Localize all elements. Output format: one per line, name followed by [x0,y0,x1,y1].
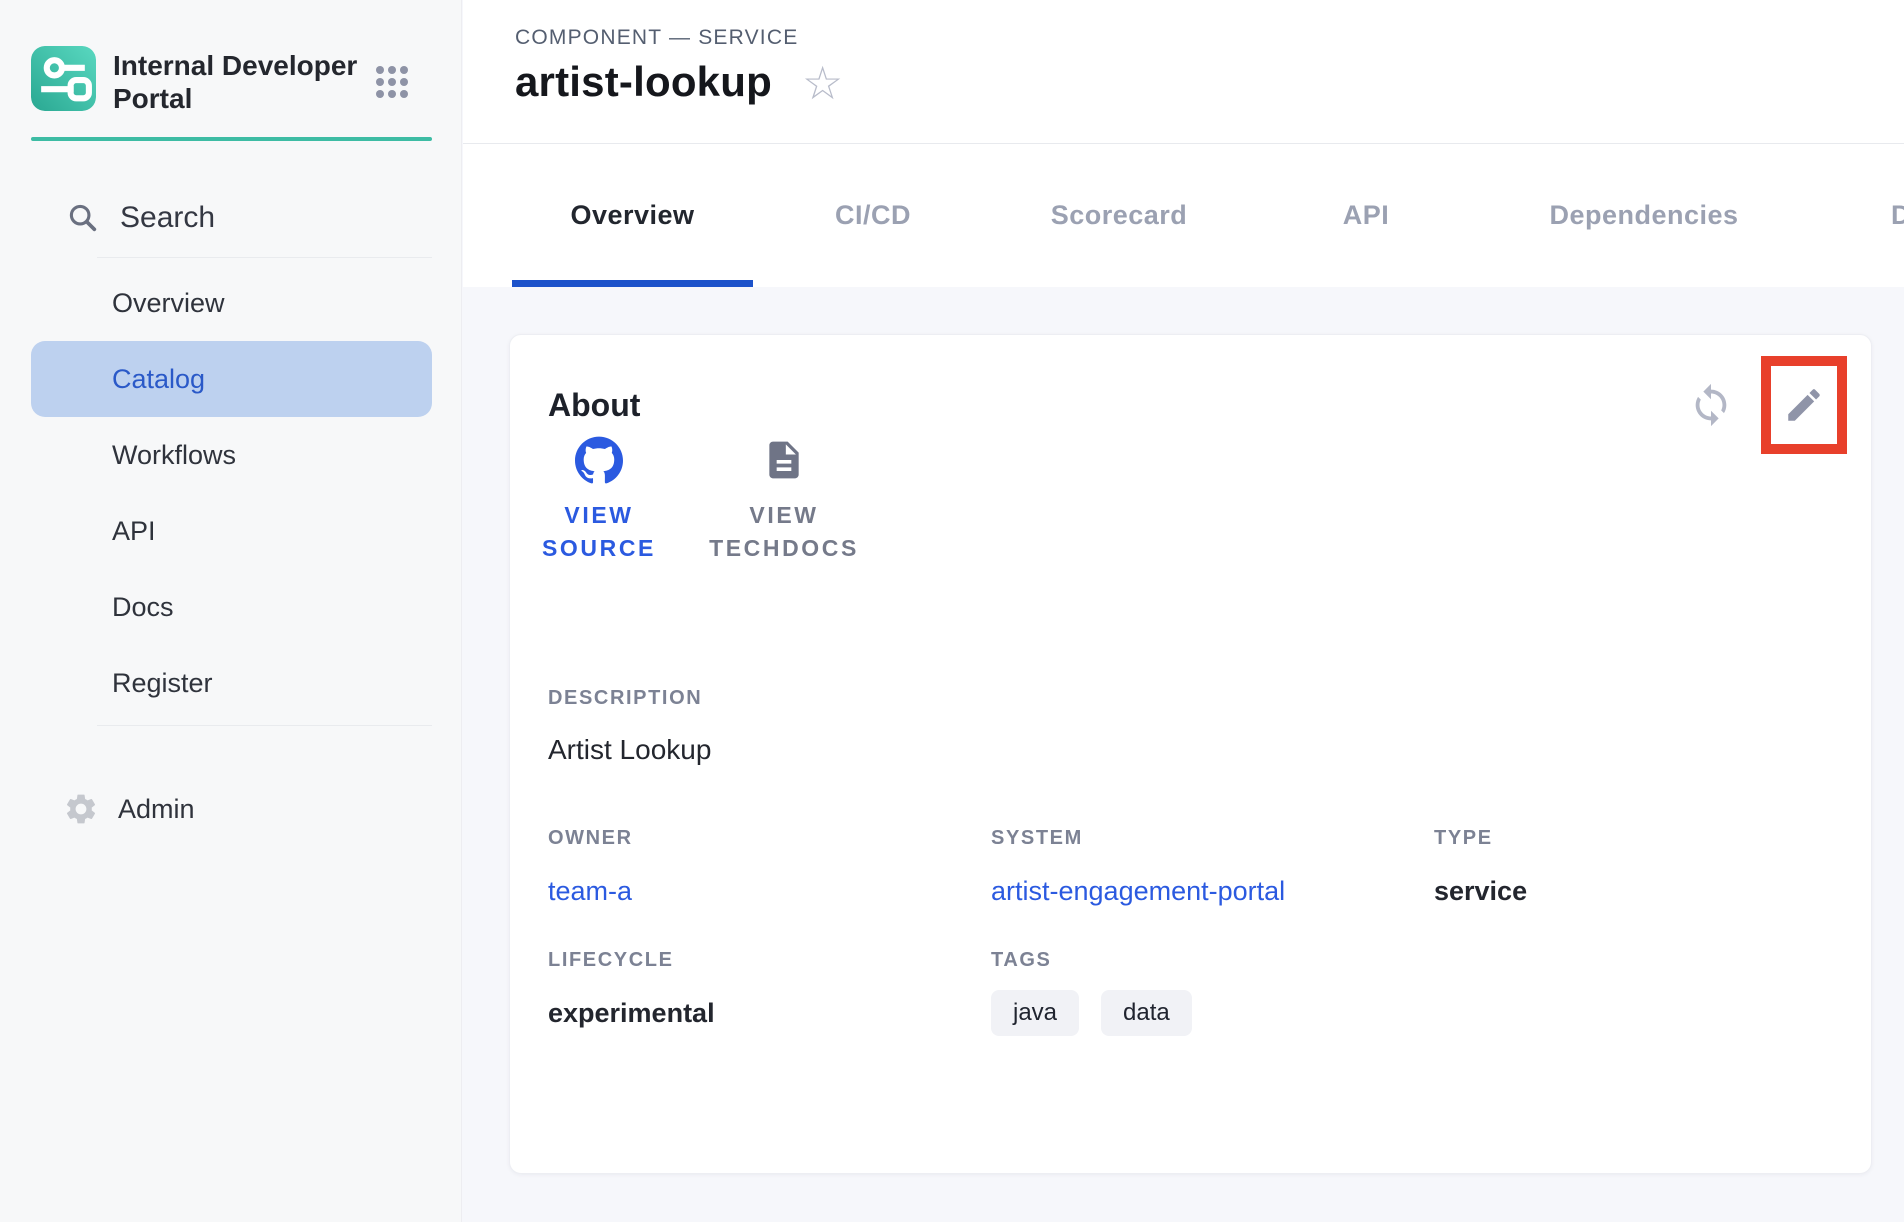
tab-overview[interactable]: Overview [512,144,753,287]
gear-icon [63,791,99,827]
sidebar-item-workflows[interactable]: Workflows [31,417,432,493]
description-field: DESCRIPTION Artist Lookup [548,687,711,766]
document-icon [762,438,806,482]
view-techdocs-label: VIEW TECHDOCS [694,499,874,565]
sidebar-item-docs[interactable]: Docs [31,569,432,645]
github-icon [575,436,623,484]
type-value: service [1434,876,1838,907]
description-label: DESCRIPTION [548,687,711,710]
sidebar-item-overview[interactable]: Overview [31,265,432,341]
owner-field: OWNER team-a [548,827,991,907]
active-tab-underline [512,280,753,287]
tab-scorecard-label: Scorecard [1051,200,1188,231]
tags-label: TAGS [991,949,1434,972]
tab-dependencies-label: Dependencies [1549,200,1738,231]
refresh-button[interactable] [1688,382,1734,428]
view-techdocs-link[interactable]: VIEW TECHDOCS [694,435,874,565]
type-label: TYPE [1434,827,1838,850]
sidebar-divider [97,725,432,726]
system-value-link[interactable]: artist-engagement-portal [991,876,1434,907]
about-links: VIEW SOURCE VIEW TECHDOCS [534,435,874,565]
about-card: About VIEW SOURCE [509,334,1872,1174]
page-title: artist-lookup [515,58,772,106]
tabs-bar: Overview CI/CD Scorecard API Dependencie… [463,144,1904,287]
brand: Internal Developer Portal [31,46,363,115]
tab-cicd-label: CI/CD [835,200,911,231]
owner-label: OWNER [548,827,991,850]
refresh-icon [1688,382,1734,428]
tab-clipped[interactable]: D [1801,144,1904,287]
sidebar-item-api[interactable]: API [31,493,432,569]
entity-header: COMPONENT — SERVICE artist-lookup ☆ [463,0,1904,144]
owner-value-link[interactable]: team-a [548,876,991,907]
lifecycle-value: experimental [548,998,991,1029]
edit-pencil-icon [1783,384,1825,426]
brand-accent-rule [31,137,432,141]
portal-logo-icon [31,46,96,111]
sidebar-item-admin[interactable]: Admin [54,785,414,833]
apps-grid-icon[interactable] [376,66,408,98]
search-icon [66,201,100,235]
sidebar-item-register[interactable]: Register [31,645,432,721]
lifecycle-field: LIFECYCLE experimental [548,949,991,1036]
sidebar-item-catalog[interactable]: Catalog [31,341,432,417]
tab-overview-label: Overview [570,200,694,231]
favorite-star-icon[interactable]: ☆ [802,58,843,106]
tab-scorecard[interactable]: Scorecard [993,144,1245,287]
portal-title: Internal Developer Portal [113,46,363,115]
edit-button-highlighted[interactable] [1761,356,1847,454]
system-label: SYSTEM [991,827,1434,850]
sidebar: Internal Developer Portal Search Overvie… [0,0,462,1222]
tags-field: TAGS java data [991,949,1434,1036]
type-field: TYPE service [1434,827,1838,907]
tab-dependencies[interactable]: Dependencies [1487,144,1801,287]
sidebar-divider [97,257,432,258]
tag-chip[interactable]: java [991,990,1079,1036]
tag-chip[interactable]: data [1101,990,1192,1036]
tab-cicd[interactable]: CI/CD [753,144,993,287]
admin-label: Admin [118,794,195,825]
lifecycle-label: LIFECYCLE [548,949,991,972]
description-value: Artist Lookup [548,734,711,766]
about-card-title: About [548,387,640,424]
system-field: SYSTEM artist-engagement-portal [991,827,1434,907]
tab-clipped-label: D [1891,200,1904,231]
tab-api[interactable]: API [1245,144,1487,287]
view-source-label: VIEW SOURCE [534,499,664,565]
view-source-link[interactable]: VIEW SOURCE [534,435,664,565]
about-fields: OWNER team-a SYSTEM artist-engagement-po… [548,827,1838,1036]
about-card-actions [1688,356,1847,454]
search-label: Search [120,201,215,235]
sidebar-item-search[interactable]: Search [54,196,414,240]
tab-api-label: API [1343,200,1390,231]
sidebar-nav: Overview Catalog Workflows API Docs Regi… [31,265,432,721]
entity-kind-breadcrumb: COMPONENT — SERVICE [515,26,798,50]
